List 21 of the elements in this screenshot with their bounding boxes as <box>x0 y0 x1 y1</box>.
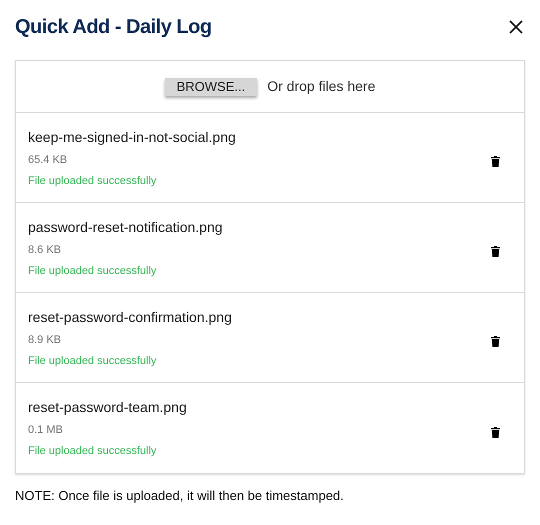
upload-status: File uploaded successfully <box>28 174 158 188</box>
trash-icon[interactable] <box>491 426 500 438</box>
note-text: NOTE: Once file is uploaded, it will then be timestamped. <box>15 487 345 505</box>
upload-status: File uploaded successfully <box>28 444 158 458</box>
file-name: reset-password-confirmation.png <box>28 308 232 326</box>
trash-icon[interactable] <box>491 156 500 167</box>
trash-icon[interactable] <box>491 246 500 257</box>
drop-hint: Or drop files here <box>267 77 376 96</box>
close-icon[interactable] <box>509 20 523 34</box>
file-name: keep-me-signed-in-not-social.png <box>28 128 236 146</box>
upload-status: File uploaded successfully <box>28 264 158 278</box>
file-name: reset-password-team.png <box>28 398 187 416</box>
file-size: 8.6 KB <box>28 242 62 256</box>
browse-button[interactable]: BROWSE... <box>164 78 258 96</box>
file-size: 65.4 KB <box>28 152 68 166</box>
file-size: 8.9 KB <box>28 332 62 346</box>
upload-status: File uploaded successfully <box>28 354 158 368</box>
file-size: 0.1 MB <box>28 423 64 437</box>
file-name: password-reset-notification.png <box>28 218 223 236</box>
dialog-title: Quick Add - Daily Log <box>15 15 212 40</box>
trash-icon[interactable] <box>491 336 500 347</box>
